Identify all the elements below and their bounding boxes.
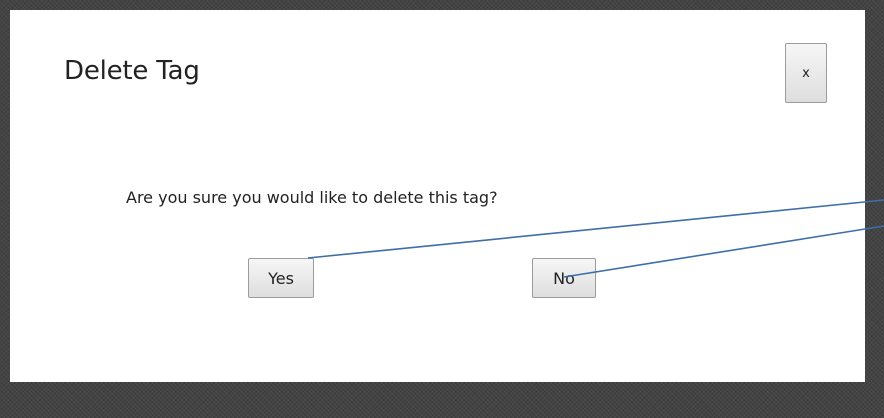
close-button[interactable]: x <box>785 43 827 103</box>
yes-button[interactable]: Yes <box>248 258 314 298</box>
no-button[interactable]: No <box>532 258 596 298</box>
delete-tag-dialog: Delete Tag x Are you sure you would like… <box>10 10 865 382</box>
confirmation-message: Are you sure you would like to delete th… <box>126 188 498 207</box>
dialog-title: Delete Tag <box>64 56 200 86</box>
